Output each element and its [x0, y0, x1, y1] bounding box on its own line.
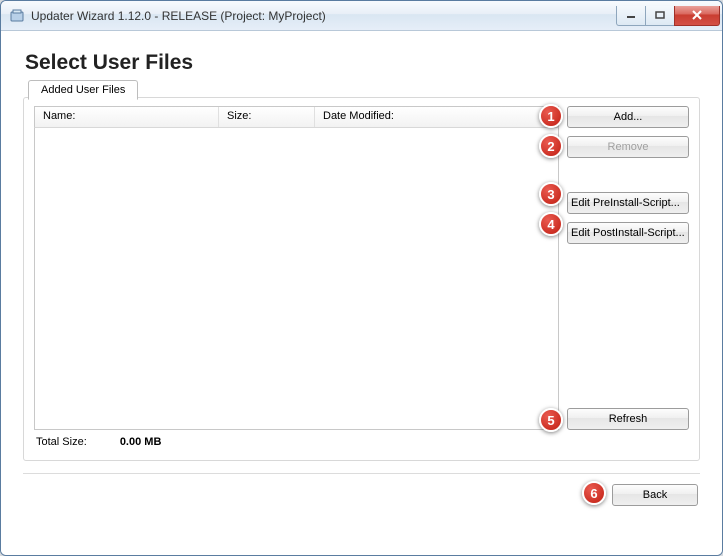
window-title: Updater Wizard 1.12.0 - RELEASE (Project…	[31, 9, 617, 23]
callout-3: 3	[539, 182, 563, 206]
total-size-row: Total Size: 0.00 MB	[34, 430, 689, 450]
app-window: Updater Wizard 1.12.0 - RELEASE (Project…	[0, 0, 723, 556]
app-icon	[9, 8, 25, 24]
callout-2: 2	[539, 134, 563, 158]
column-size[interactable]: Size:	[219, 107, 315, 127]
edit-postinstall-button[interactable]: Edit PostInstall-Script...	[567, 222, 689, 244]
total-size-value: 0.00 MB	[120, 436, 162, 448]
callout-1: 1	[539, 104, 563, 128]
footer: 6 Back	[23, 484, 700, 506]
tab-added-files[interactable]: Added User Files	[28, 80, 138, 100]
close-button[interactable]	[674, 6, 720, 26]
titlebar[interactable]: Updater Wizard 1.12.0 - RELEASE (Project…	[1, 1, 722, 31]
back-button[interactable]: Back	[612, 484, 698, 506]
file-list[interactable]	[34, 128, 559, 430]
main-row: Name: Size: Date Modified: Add... Remove…	[34, 106, 689, 430]
minimize-button[interactable]	[616, 6, 646, 26]
remove-button[interactable]: Remove	[567, 136, 689, 158]
add-button[interactable]: Add...	[567, 106, 689, 128]
refresh-button[interactable]: Refresh	[567, 408, 689, 430]
window-buttons	[617, 6, 720, 26]
total-size-label: Total Size:	[36, 436, 87, 448]
column-date[interactable]: Date Modified:	[315, 107, 558, 127]
side-buttons: Add... Remove Edit PreInstall-Script... …	[567, 106, 689, 430]
column-name[interactable]: Name:	[35, 107, 219, 127]
list-header: Name: Size: Date Modified:	[34, 106, 559, 128]
file-list-area: Name: Size: Date Modified:	[34, 106, 559, 430]
content-area: Select User Files Added User Files Name:…	[1, 31, 722, 555]
callout-6: 6	[582, 481, 606, 505]
callout-4: 4	[539, 212, 563, 236]
edit-preinstall-button[interactable]: Edit PreInstall-Script...	[567, 192, 689, 214]
files-panel: Added User Files Name: Size: Date Modifi…	[23, 97, 700, 461]
maximize-button[interactable]	[645, 6, 675, 26]
divider	[23, 473, 700, 474]
callout-5: 5	[539, 408, 563, 432]
